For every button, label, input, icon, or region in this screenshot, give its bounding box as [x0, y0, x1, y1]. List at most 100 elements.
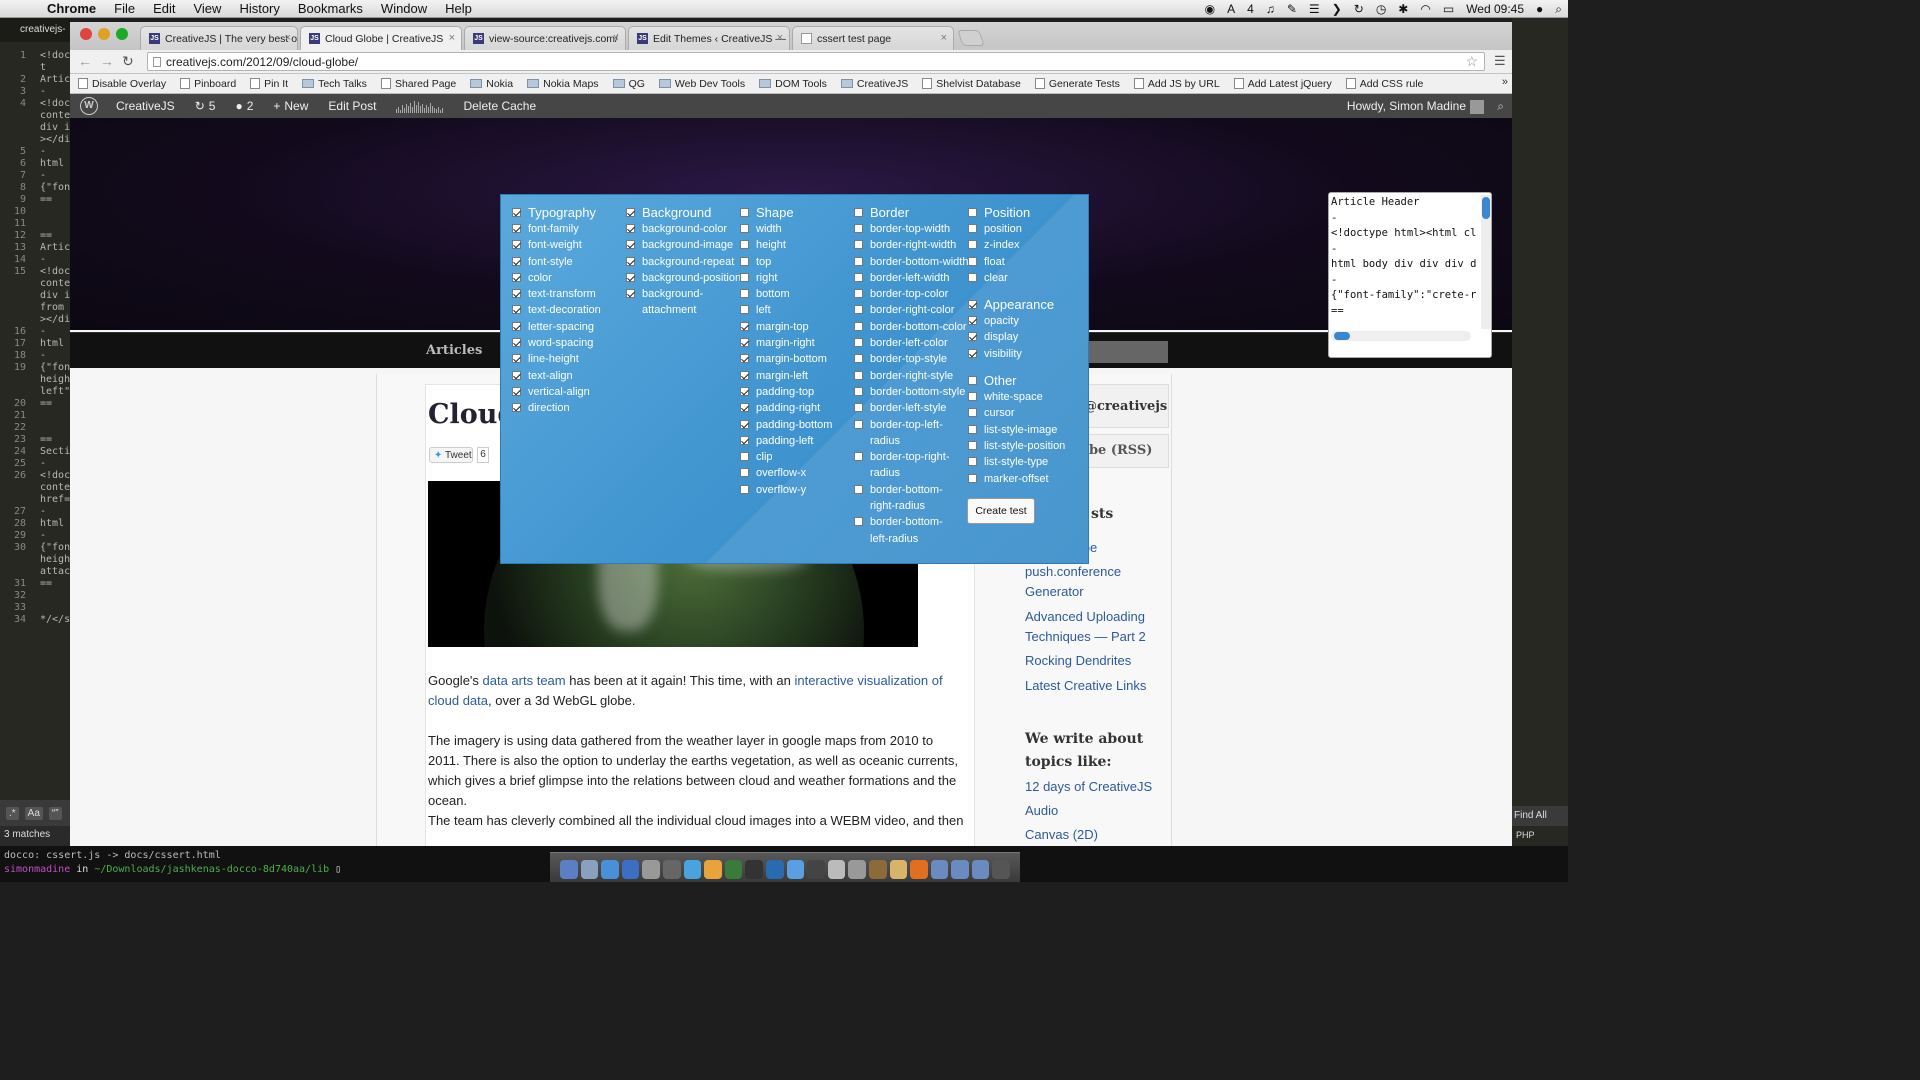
property-checkbox-row[interactable]: list-style-type — [957, 454, 1065, 470]
property-checkbox-row[interactable]: border-top-left-radius — [843, 417, 961, 450]
group-position[interactable]: Position — [957, 203, 1065, 221]
property-checkbox-row[interactable]: z-index — [957, 237, 1065, 253]
property-checkbox-row[interactable]: letter-spacing — [501, 319, 601, 335]
editor-tab[interactable]: creativejs- — [0, 18, 70, 42]
bookmark-item[interactable]: Add JS by URL — [1133, 78, 1220, 90]
syntax-label[interactable]: PHP — [1512, 830, 1568, 844]
property-checkbox[interactable] — [626, 240, 635, 250]
dock-app-icon[interactable] — [745, 860, 763, 879]
property-checkbox[interactable] — [968, 224, 977, 233]
topic-link[interactable]: 12 days of CreativeJS — [1025, 777, 1165, 797]
property-checkbox[interactable] — [512, 403, 521, 413]
property-checkbox-row[interactable]: border-bottom-color — [843, 319, 968, 335]
property-checkbox[interactable] — [968, 408, 977, 418]
property-checkbox-row[interactable]: line-height — [501, 351, 601, 367]
howdy-user-link[interactable]: Howdy, Simon Madine — [1347, 99, 1484, 114]
property-checkbox-row[interactable]: background-repeat — [615, 254, 741, 270]
property-checkbox-row[interactable]: right — [729, 270, 832, 286]
latest-post-link[interactable]: Advanced Uploading Techniques — Part 2 — [1025, 607, 1165, 647]
property-checkbox-row[interactable]: font-style — [501, 254, 601, 270]
property-checkbox[interactable] — [854, 386, 863, 396]
property-checkbox-row[interactable]: clear — [957, 270, 1065, 286]
tab-3[interactable]: JS view-source:creativejs.com/× — [464, 26, 626, 50]
music-icon[interactable]: ♫ — [1260, 2, 1281, 16]
property-checkbox[interactable] — [740, 468, 749, 478]
sync-icon[interactable]: ↻ — [1348, 2, 1370, 16]
property-checkbox-row[interactable]: margin-right — [729, 335, 832, 351]
property-checkbox[interactable] — [740, 370, 749, 380]
property-checkbox-row[interactable]: vertical-align — [501, 384, 601, 400]
bookmark-item[interactable]: Shelvist Database — [922, 78, 1021, 90]
property-checkbox[interactable] — [512, 272, 521, 282]
property-checkbox-row[interactable]: list-style-position — [957, 438, 1065, 454]
property-checkbox[interactable] — [740, 419, 749, 429]
dock-app-icon[interactable] — [601, 860, 619, 879]
menu-view[interactable]: View — [184, 0, 230, 18]
bookmark-item[interactable]: Shared Page — [380, 78, 456, 90]
property-checkbox-row[interactable]: background-attachment — [615, 286, 733, 319]
property-checkbox-row[interactable]: position — [957, 221, 1065, 237]
group-shape[interactable]: Shape — [729, 203, 832, 221]
property-checkbox[interactable] — [740, 484, 749, 494]
property-checkbox-row[interactable]: overflow-x — [729, 465, 832, 481]
property-checkbox[interactable] — [740, 403, 749, 413]
dock-app-icon[interactable] — [580, 860, 599, 879]
close-window-button[interactable] — [80, 28, 92, 40]
nav-articles-link[interactable]: Articles — [426, 343, 482, 358]
group-other[interactable]: Other — [957, 371, 1065, 389]
reload-icon[interactable]: ↻ — [122, 53, 134, 70]
spotlight-icon[interactable]: ⌕ — [1549, 2, 1568, 17]
property-checkbox-row[interactable]: height — [729, 237, 832, 253]
property-checkbox-row[interactable]: text-decoration — [501, 302, 601, 318]
group-background[interactable]: Background — [615, 203, 741, 221]
dock-app-icon[interactable] — [724, 860, 743, 879]
tweet-button[interactable]: ✦ Tweet — [429, 447, 473, 463]
property-checkbox[interactable] — [968, 473, 977, 483]
timemachine-icon[interactable]: ◷ — [1370, 2, 1392, 16]
dock-app-icon[interactable] — [683, 860, 702, 879]
property-checkbox[interactable] — [968, 256, 977, 266]
latest-post-link[interactable]: Latest Creative Links — [1025, 676, 1165, 696]
notes-icon[interactable]: ☰ — [1303, 2, 1326, 16]
property-checkbox[interactable] — [512, 256, 521, 266]
arrow-icon[interactable]: ❯ — [1326, 2, 1348, 16]
dock-app-icon[interactable] — [868, 860, 887, 879]
find-all-button[interactable]: Find All — [1512, 806, 1568, 826]
property-checkbox-row[interactable]: padding-top — [729, 384, 832, 400]
zoom-window-button[interactable] — [116, 28, 128, 40]
dock-app-icon[interactable] — [662, 860, 681, 879]
bookmark-item[interactable]: Generate Tests — [1034, 78, 1120, 90]
property-checkbox[interactable] — [740, 272, 749, 282]
tab-4[interactable]: JS Edit Themes ‹ CreativeJS — W × — [628, 26, 790, 50]
user-icon[interactable]: ● — [1530, 2, 1549, 16]
property-checkbox-row[interactable]: padding-right — [729, 400, 832, 416]
property-checkbox-row[interactable]: clip — [729, 449, 832, 465]
word-toggle[interactable]: “” — [48, 806, 62, 820]
bookmark-star-icon[interactable]: ☆ — [1465, 53, 1478, 70]
property-checkbox[interactable] — [854, 419, 863, 429]
property-checkbox-row[interactable]: margin-left — [729, 368, 832, 384]
property-checkbox[interactable] — [854, 240, 863, 250]
tab-1[interactable]: JS CreativeJS | The very best of × — [140, 26, 298, 50]
delete-cache-link[interactable]: Delete Cache — [453, 99, 546, 113]
property-checkbox-row[interactable]: text-transform — [501, 286, 601, 302]
data-arts-team-link[interactable]: data arts team — [483, 673, 566, 688]
property-checkbox[interactable] — [626, 256, 635, 266]
search-icon[interactable]: ⌕ — [1497, 99, 1504, 114]
dock-app-icon[interactable] — [621, 860, 640, 879]
bookmark-item[interactable]: Tech Talks — [302, 78, 367, 90]
dock-app-icon[interactable] — [910, 860, 928, 879]
bluetooth-icon[interactable]: ✱ — [1392, 2, 1414, 16]
scrollbar-thumb[interactable] — [1482, 197, 1490, 219]
case-toggle[interactable]: Aa — [24, 806, 43, 820]
property-checkbox[interactable] — [740, 338, 749, 348]
group-border[interactable]: Border — [843, 203, 968, 221]
bookmarks-overflow-icon[interactable]: » — [1502, 76, 1508, 88]
bookmark-item[interactable]: Pinboard — [180, 78, 236, 90]
menu-window[interactable]: Window — [372, 0, 436, 18]
property-checkbox[interactable] — [626, 289, 635, 299]
property-checkbox-row[interactable]: border-top-width — [843, 221, 968, 237]
menu-edit[interactable]: Edit — [144, 0, 184, 18]
property-checkbox[interactable] — [740, 240, 749, 250]
property-checkbox[interactable] — [968, 240, 977, 250]
